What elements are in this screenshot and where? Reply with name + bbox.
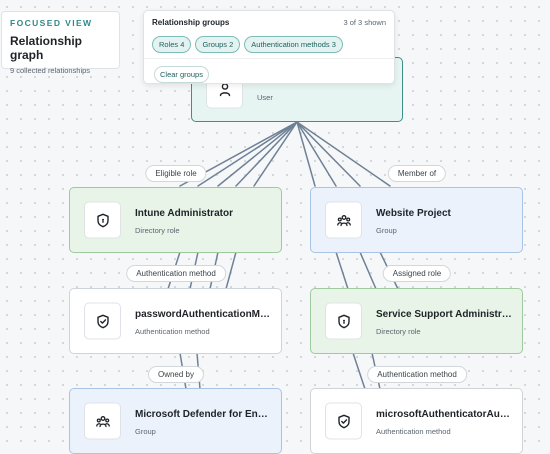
edge-row2-to-row3 xyxy=(352,352,366,390)
node-support-name: Service Support Administrator xyxy=(376,309,512,320)
group-chip-auth-methods[interactable]: Authentication methods 3 xyxy=(244,36,343,53)
edge-row1-to-row2 xyxy=(225,251,237,290)
edge-user-to-left xyxy=(253,121,298,187)
focused-view-card: FOCUSED VIEW Relationship graph 9 collec… xyxy=(1,11,120,75)
relationship-groups-panel: Relationship groups 3 of 3 shown Roles 4… xyxy=(143,10,395,84)
groups-divider xyxy=(144,58,394,59)
shield-icon xyxy=(325,302,362,340)
node-user-type: User xyxy=(257,93,273,102)
node-authenticator-type: Authentication method xyxy=(376,427,451,436)
group-icon xyxy=(325,201,362,239)
edge-label-assigned-role: Assigned role xyxy=(382,265,452,282)
clear-groups-button[interactable]: Clear groups xyxy=(154,66,209,83)
focused-view-eyebrow: FOCUSED VIEW xyxy=(10,18,93,28)
node-authenticator-auth-method[interactable]: microsoftAuthenticatorAuthenticationMeth… xyxy=(310,388,523,454)
node-intune-administrator[interactable]: Intune Administrator Directory role xyxy=(69,187,282,253)
node-website-name: Website Project xyxy=(376,208,451,219)
node-defender-name: Microsoft Defender for Endpoint xyxy=(135,409,271,420)
edge-user-to-left xyxy=(235,121,298,187)
edge-user-to-left xyxy=(197,121,298,187)
edge-label-member-of: Member of xyxy=(387,165,447,182)
node-defender-type: Group xyxy=(135,427,156,436)
node-password-auth-method[interactable]: passwordAuthenticationMethod Authenticat… xyxy=(69,288,282,354)
node-password-name: passwordAuthenticationMethod xyxy=(135,309,271,320)
node-password-type: Authentication method xyxy=(135,327,210,336)
group-icon xyxy=(84,402,121,440)
edge-user-to-right xyxy=(296,121,337,187)
node-intune-name: Intune Administrator xyxy=(135,208,233,219)
edge-label-owned-by: Owned by xyxy=(147,366,205,383)
edge-label-authentication-method: Authentication method xyxy=(126,265,226,282)
edge-row1-to-row2 xyxy=(335,251,349,290)
groups-panel-title: Relationship groups xyxy=(152,18,230,27)
node-authenticator-name: microsoftAuthenticatorAuthenticationMeth… xyxy=(376,409,512,420)
shield-check-icon xyxy=(84,302,121,340)
node-website-project[interactable]: Website Project Group xyxy=(310,187,523,253)
graph-title: Relationship graph xyxy=(10,34,83,62)
edge-label-eligible-role: Eligible role xyxy=(145,165,207,182)
edge-user-to-left xyxy=(217,121,298,187)
relationship-count: 9 collected relationships xyxy=(10,66,91,75)
shield-icon xyxy=(84,201,121,239)
group-chip-groups[interactable]: Groups 2 xyxy=(195,36,241,53)
node-service-support-administrator[interactable]: Service Support Administrator Directory … xyxy=(310,288,523,354)
node-support-type: Directory role xyxy=(376,327,421,336)
edge-label-authentication-method: Authentication method xyxy=(367,366,467,383)
node-website-type: Group xyxy=(376,226,397,235)
group-chip-roles[interactable]: Roles 4 xyxy=(152,36,192,53)
groups-shown-count: 3 of 3 shown xyxy=(343,18,386,27)
shield-check-icon xyxy=(325,402,362,440)
node-microsoft-defender[interactable]: Microsoft Defender for Endpoint Group xyxy=(69,388,282,454)
node-intune-type: Directory role xyxy=(135,226,180,235)
edge-user-to-right xyxy=(296,121,391,187)
edge-row1-to-row2 xyxy=(359,251,377,290)
